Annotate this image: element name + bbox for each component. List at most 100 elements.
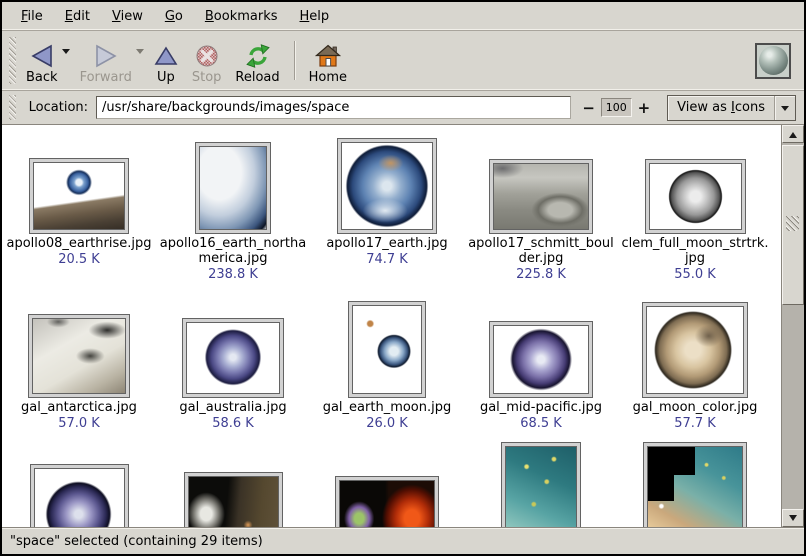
location-bar-drag-handle[interactable] [9, 95, 16, 120]
file-name: apollo16_earth_northamerica.jpg [159, 236, 307, 266]
file-item-apollo16-earth-northamerica[interactable]: apollo16_earth_northamerica.jpg 238.8 K [156, 133, 310, 297]
thumbnail-stairstep-nebula [644, 443, 746, 527]
forward-icon [93, 42, 119, 70]
thumbnail-moon-color [643, 303, 747, 397]
file-size: 58.6 K [212, 416, 254, 431]
file-size: 26.0 K [366, 416, 408, 431]
file-name: clem_full_moon_strtrk.jpg [621, 236, 769, 266]
thumbnail-full-moon [646, 160, 745, 233]
back-button[interactable]: Back [19, 33, 65, 88]
scroll-down-button[interactable] [782, 509, 804, 527]
forward-label: Forward [80, 70, 132, 85]
file-item-partial-1[interactable] [2, 443, 156, 527]
thumbnail-blue-marble [338, 139, 436, 233]
reload-button[interactable]: Reload [228, 33, 286, 88]
file-item-clem-full-moon[interactable]: clem_full_moon_strtrk.jpg 55.0 K [618, 133, 772, 297]
stop-label: Stop [192, 70, 222, 85]
toolbar-drag-handle[interactable] [9, 37, 16, 84]
file-size: 74.7 K [366, 252, 408, 267]
file-size: 57.0 K [58, 416, 100, 431]
view-as-dropdown[interactable]: View as Icons [667, 95, 796, 121]
location-input[interactable] [96, 96, 571, 119]
location-label: Location: [29, 100, 88, 115]
throbber [755, 43, 791, 79]
reload-icon [245, 42, 271, 70]
thumbnail-earth-northamerica [196, 143, 270, 233]
thumbnail-mid-pacific [490, 322, 592, 397]
view-as-arrow-button[interactable] [774, 96, 795, 120]
menu-view[interactable]: View [101, 5, 154, 28]
stop-button[interactable]: Stop [185, 33, 229, 88]
file-item-partial-3[interactable] [310, 443, 464, 527]
back-history-dropdown-icon[interactable] [62, 49, 70, 58]
thumbnail-earth-dark [31, 465, 128, 527]
toolbar: Back Forward Up Stop [2, 31, 804, 91]
forward-history-dropdown-icon[interactable] [136, 49, 144, 58]
icon-row-3-partial [2, 443, 781, 527]
menu-file[interactable]: File [10, 5, 54, 28]
vertical-scrollbar[interactable] [781, 125, 804, 527]
thumbnail-australia [183, 319, 283, 397]
file-size: 68.5 K [520, 416, 562, 431]
file-manager-window: File Edit View Go Bookmarks Help Back Fo… [0, 0, 806, 556]
file-item-apollo17-earth[interactable]: apollo17_earth.jpg 74.7 K [310, 133, 464, 297]
scroll-down-arrow-icon [789, 515, 797, 525]
file-item-partial-4[interactable] [464, 443, 618, 527]
file-item-gal-australia[interactable]: gal_australia.jpg 58.6 K [156, 297, 310, 443]
menu-bookmarks[interactable]: Bookmarks [194, 5, 289, 28]
globe-throbber-icon [759, 46, 788, 75]
file-item-partial-2[interactable] [156, 443, 310, 527]
file-item-gal-antarctica[interactable]: gal_antarctica.jpg 57.0 K [2, 297, 156, 443]
toolbar-separator [294, 41, 295, 80]
thumbnail-moon-boulder [490, 160, 592, 233]
icon-grid: apollo08_earthrise.jpg 20.5 K apollo16_e… [2, 125, 781, 527]
file-name: apollo17_schmitt_boulder.jpg [467, 236, 615, 266]
file-item-gal-mid-pacific[interactable]: gal_mid-pacific.jpg 68.5 K [464, 297, 618, 443]
file-size: 238.8 K [208, 267, 258, 282]
file-item-gal-earth-moon[interactable]: gal_earth_moon.jpg 26.0 K [310, 297, 464, 443]
file-name: apollo08_earthrise.jpg [6, 236, 151, 251]
stop-icon [195, 42, 219, 70]
reload-label: Reload [235, 70, 279, 85]
zoom-out-button[interactable]: − [577, 99, 600, 117]
thumbnail-antennae-galaxies [185, 473, 282, 527]
status-text: "space" selected (containing 29 items) [10, 534, 263, 549]
file-size: 55.0 K [674, 267, 716, 282]
thumbnail-teal-nebula [502, 443, 580, 527]
file-name: gal_australia.jpg [179, 400, 286, 415]
menu-help[interactable]: Help [289, 5, 341, 28]
view-as-label: View as Icons [668, 100, 774, 115]
file-item-gal-moon-color[interactable]: gal_moon_color.jpg 57.7 K [618, 297, 772, 443]
scrollbar-track[interactable] [782, 305, 804, 509]
home-icon [315, 42, 341, 70]
location-bar: Location: − 100 + View as Icons [2, 91, 804, 125]
zoom-in-button[interactable]: + [633, 99, 656, 117]
home-button[interactable]: Home [302, 33, 354, 88]
file-name: gal_antarctica.jpg [21, 400, 137, 415]
menu-bar: File Edit View Go Bookmarks Help [2, 2, 804, 31]
file-size: 57.7 K [674, 416, 716, 431]
up-button[interactable]: Up [147, 33, 185, 88]
scroll-up-button[interactable] [782, 125, 804, 143]
scroll-up-arrow-icon [789, 128, 797, 138]
file-name: apollo17_earth.jpg [326, 236, 447, 251]
scrollbar-thumb[interactable] [782, 145, 804, 305]
icon-row-1: apollo08_earthrise.jpg 20.5 K apollo16_e… [2, 133, 781, 297]
file-item-apollo08-earthrise[interactable]: apollo08_earthrise.jpg 20.5 K [2, 133, 156, 297]
forward-button[interactable]: Forward [73, 33, 139, 88]
file-item-partial-5[interactable] [618, 443, 772, 527]
up-label: Up [157, 70, 175, 85]
back-icon [29, 42, 55, 70]
file-name: gal_moon_color.jpg [633, 400, 758, 415]
up-icon [154, 42, 178, 70]
menu-go[interactable]: Go [154, 5, 194, 28]
icon-view: apollo08_earthrise.jpg 20.5 K apollo16_e… [2, 125, 804, 527]
menu-edit[interactable]: Edit [54, 5, 101, 28]
thumbnail-nebula-panels [336, 477, 438, 527]
file-size: 225.8 K [516, 267, 566, 282]
zoom-level-indicator: 100 [601, 98, 632, 117]
file-item-apollo17-schmitt-boulder[interactable]: apollo17_schmitt_boulder.jpg 225.8 K [464, 133, 618, 297]
status-bar: "space" selected (containing 29 items) [2, 527, 804, 554]
file-name: gal_earth_moon.jpg [323, 400, 452, 415]
thumbnail-antarctica [29, 315, 129, 397]
